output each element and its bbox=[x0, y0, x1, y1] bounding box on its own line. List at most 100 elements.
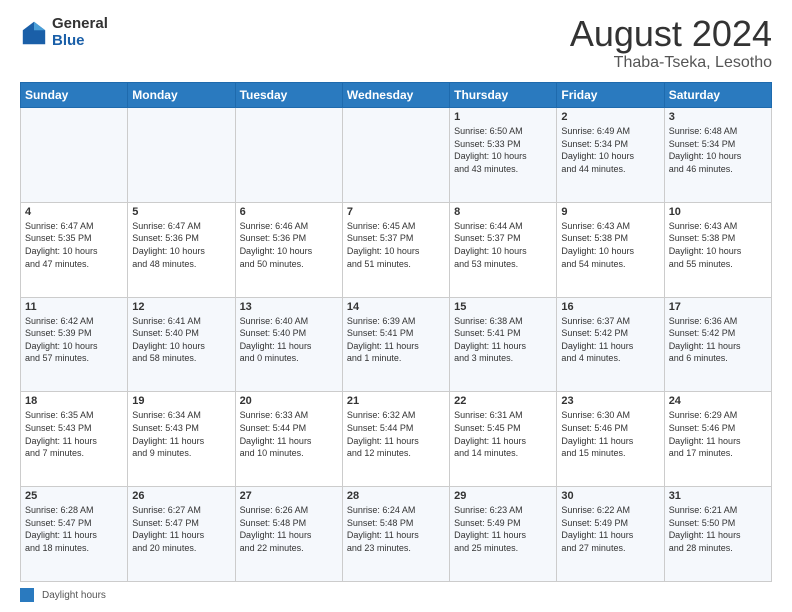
logo-general: General bbox=[52, 16, 108, 33]
day-info: Sunrise: 6:32 AM Sunset: 5:44 PM Dayligh… bbox=[347, 409, 445, 459]
day-info: Sunrise: 6:21 AM Sunset: 5:50 PM Dayligh… bbox=[669, 504, 767, 554]
calendar-cell: 29Sunrise: 6:23 AM Sunset: 5:49 PM Dayli… bbox=[450, 487, 557, 582]
calendar-cell: 3Sunrise: 6:48 AM Sunset: 5:34 PM Daylig… bbox=[664, 108, 771, 203]
calendar-week: 4Sunrise: 6:47 AM Sunset: 5:35 PM Daylig… bbox=[21, 202, 772, 297]
day-info: Sunrise: 6:30 AM Sunset: 5:46 PM Dayligh… bbox=[561, 409, 659, 459]
title-block: August 2024 Thaba-Tseka, Lesotho bbox=[570, 16, 772, 72]
day-number: 6 bbox=[240, 206, 338, 218]
calendar-cell: 12 Sunrise: 6:41 AM Sunset: 5:40 PM Dayli… bbox=[128, 297, 235, 392]
calendar-cell bbox=[21, 108, 128, 203]
header-day: Tuesday bbox=[235, 83, 342, 108]
legend-box bbox=[20, 588, 34, 602]
header-day: Wednesday bbox=[342, 83, 449, 108]
calendar-cell bbox=[128, 108, 235, 203]
header-day: Saturday bbox=[664, 83, 771, 108]
calendar-cell: 22 Sunrise: 6:31 AM Sunset: 5:45 PM Dayli… bbox=[450, 392, 557, 487]
header-day: Thursday bbox=[450, 83, 557, 108]
day-number: 21 bbox=[347, 395, 445, 407]
calendar-cell: 30Sunrise: 6:22 AM Sunset: 5:49 PM Dayli… bbox=[557, 487, 664, 582]
month-title: August 2024 bbox=[570, 16, 772, 52]
day-number: 7 bbox=[347, 206, 445, 218]
calendar-header: SundayMondayTuesdayWednesdayThursdayFrid… bbox=[21, 83, 772, 108]
calendar-cell: 11Sunrise: 6:42 AM Sunset: 5:39 PM Dayli… bbox=[21, 297, 128, 392]
logo-icon bbox=[20, 19, 48, 47]
logo-blue: Blue bbox=[52, 33, 108, 50]
logo-text: General Blue bbox=[52, 16, 108, 49]
calendar-cell: 16Sunrise: 6:37 AM Sunset: 5:42 PM Dayli… bbox=[557, 297, 664, 392]
day-info: Sunrise: 6:29 AM Sunset: 5:46 PM Dayligh… bbox=[669, 409, 767, 459]
day-number: 24 bbox=[669, 395, 767, 407]
calendar-week: 25 Sunrise: 6:28 AM Sunset: 5:47 PM Dayli… bbox=[21, 487, 772, 582]
calendar-cell: 20 Sunrise: 6:33 AM Sunset: 5:44 PM Dayli… bbox=[235, 392, 342, 487]
calendar-cell: 28 Sunrise: 6:24 AM Sunset: 5:48 PM Dayli… bbox=[342, 487, 449, 582]
calendar-cell: 6 Sunrise: 6:46 AM Sunset: 5:36 PM Daylig… bbox=[235, 202, 342, 297]
calendar-week: 11Sunrise: 6:42 AM Sunset: 5:39 PM Dayli… bbox=[21, 297, 772, 392]
day-info: Sunrise: 6:38 AM Sunset: 5:41 PM Dayligh… bbox=[454, 315, 552, 365]
day-number: 27 bbox=[240, 490, 338, 502]
calendar-cell: 1 Sunrise: 6:50 AM Sunset: 5:33 PM Daylig… bbox=[450, 108, 557, 203]
day-number: 28 bbox=[347, 490, 445, 502]
day-info: Sunrise: 6:31 AM Sunset: 5:45 PM Dayligh… bbox=[454, 409, 552, 459]
location: Thaba-Tseka, Lesotho bbox=[570, 54, 772, 72]
day-number: 22 bbox=[454, 395, 552, 407]
day-number: 1 bbox=[454, 111, 552, 123]
day-info: Sunrise: 6:47 AM Sunset: 5:36 PM Dayligh… bbox=[132, 220, 230, 270]
day-info: Sunrise: 6:24 AM Sunset: 5:48 PM Dayligh… bbox=[347, 504, 445, 554]
day-number: 30 bbox=[561, 490, 659, 502]
day-number: 15 bbox=[454, 301, 552, 313]
calendar-week: 18Sunrise: 6:35 AM Sunset: 5:43 PM Dayli… bbox=[21, 392, 772, 487]
calendar-cell: 5 Sunrise: 6:47 AM Sunset: 5:36 PM Daylig… bbox=[128, 202, 235, 297]
day-info: Sunrise: 6:26 AM Sunset: 5:48 PM Dayligh… bbox=[240, 504, 338, 554]
day-number: 10 bbox=[669, 206, 767, 218]
day-number: 31 bbox=[669, 490, 767, 502]
calendar-cell: 26 Sunrise: 6:27 AM Sunset: 5:47 PM Dayli… bbox=[128, 487, 235, 582]
day-info: Sunrise: 6:28 AM Sunset: 5:47 PM Dayligh… bbox=[25, 504, 123, 554]
calendar-cell bbox=[235, 108, 342, 203]
page: General Blue August 2024 Thaba-Tseka, Le… bbox=[0, 0, 792, 612]
day-number: 20 bbox=[240, 395, 338, 407]
day-info: Sunrise: 6:34 AM Sunset: 5:43 PM Dayligh… bbox=[132, 409, 230, 459]
day-info: Sunrise: 6:43 AM Sunset: 5:38 PM Dayligh… bbox=[561, 220, 659, 270]
header: General Blue August 2024 Thaba-Tseka, Le… bbox=[20, 16, 772, 72]
day-info: Sunrise: 6:46 AM Sunset: 5:36 PM Dayligh… bbox=[240, 220, 338, 270]
day-number: 26 bbox=[132, 490, 230, 502]
calendar-cell: 23 Sunrise: 6:30 AM Sunset: 5:46 PM Dayli… bbox=[557, 392, 664, 487]
day-info: Sunrise: 6:45 AM Sunset: 5:37 PM Dayligh… bbox=[347, 220, 445, 270]
calendar-cell: 9 Sunrise: 6:43 AM Sunset: 5:38 PM Daylig… bbox=[557, 202, 664, 297]
day-number: 5 bbox=[132, 206, 230, 218]
day-info: Sunrise: 6:27 AM Sunset: 5:47 PM Dayligh… bbox=[132, 504, 230, 554]
calendar-week: 1 Sunrise: 6:50 AM Sunset: 5:33 PM Daylig… bbox=[21, 108, 772, 203]
calendar-cell: 24 Sunrise: 6:29 AM Sunset: 5:46 PM Dayli… bbox=[664, 392, 771, 487]
calendar-cell: 13Sunrise: 6:40 AM Sunset: 5:40 PM Dayli… bbox=[235, 297, 342, 392]
day-number: 12 bbox=[132, 301, 230, 313]
calendar-cell: 8Sunrise: 6:44 AM Sunset: 5:37 PM Daylig… bbox=[450, 202, 557, 297]
calendar-cell: 31 Sunrise: 6:21 AM Sunset: 5:50 PM Dayli… bbox=[664, 487, 771, 582]
day-number: 13 bbox=[240, 301, 338, 313]
calendar-cell: 7 Sunrise: 6:45 AM Sunset: 5:37 PM Daylig… bbox=[342, 202, 449, 297]
day-info: Sunrise: 6:48 AM Sunset: 5:34 PM Dayligh… bbox=[669, 125, 767, 175]
calendar-cell: 2Sunrise: 6:49 AM Sunset: 5:34 PM Daylig… bbox=[557, 108, 664, 203]
logo: General Blue bbox=[20, 16, 108, 49]
calendar-cell: 4Sunrise: 6:47 AM Sunset: 5:35 PM Daylig… bbox=[21, 202, 128, 297]
calendar-cell: 18Sunrise: 6:35 AM Sunset: 5:43 PM Dayli… bbox=[21, 392, 128, 487]
calendar-body: 1 Sunrise: 6:50 AM Sunset: 5:33 PM Daylig… bbox=[21, 108, 772, 582]
day-number: 25 bbox=[25, 490, 123, 502]
day-info: Sunrise: 6:50 AM Sunset: 5:33 PM Dayligh… bbox=[454, 125, 552, 175]
calendar-cell: 25 Sunrise: 6:28 AM Sunset: 5:47 PM Dayli… bbox=[21, 487, 128, 582]
calendar-cell: 27 Sunrise: 6:26 AM Sunset: 5:48 PM Dayli… bbox=[235, 487, 342, 582]
header-row: SundayMondayTuesdayWednesdayThursdayFrid… bbox=[21, 83, 772, 108]
day-number: 9 bbox=[561, 206, 659, 218]
day-number: 23 bbox=[561, 395, 659, 407]
footer: Daylight hours bbox=[20, 588, 772, 602]
day-info: Sunrise: 6:33 AM Sunset: 5:44 PM Dayligh… bbox=[240, 409, 338, 459]
calendar-cell: 19Sunrise: 6:34 AM Sunset: 5:43 PM Dayli… bbox=[128, 392, 235, 487]
day-info: Sunrise: 6:44 AM Sunset: 5:37 PM Dayligh… bbox=[454, 220, 552, 270]
calendar-cell: 10Sunrise: 6:43 AM Sunset: 5:38 PM Dayli… bbox=[664, 202, 771, 297]
day-number: 16 bbox=[561, 301, 659, 313]
day-info: Sunrise: 6:41 AM Sunset: 5:40 PM Dayligh… bbox=[132, 315, 230, 365]
calendar-cell: 15 Sunrise: 6:38 AM Sunset: 5:41 PM Dayli… bbox=[450, 297, 557, 392]
day-number: 18 bbox=[25, 395, 123, 407]
day-number: 2 bbox=[561, 111, 659, 123]
day-info: Sunrise: 6:36 AM Sunset: 5:42 PM Dayligh… bbox=[669, 315, 767, 365]
calendar-cell: 14Sunrise: 6:39 AM Sunset: 5:41 PM Dayli… bbox=[342, 297, 449, 392]
